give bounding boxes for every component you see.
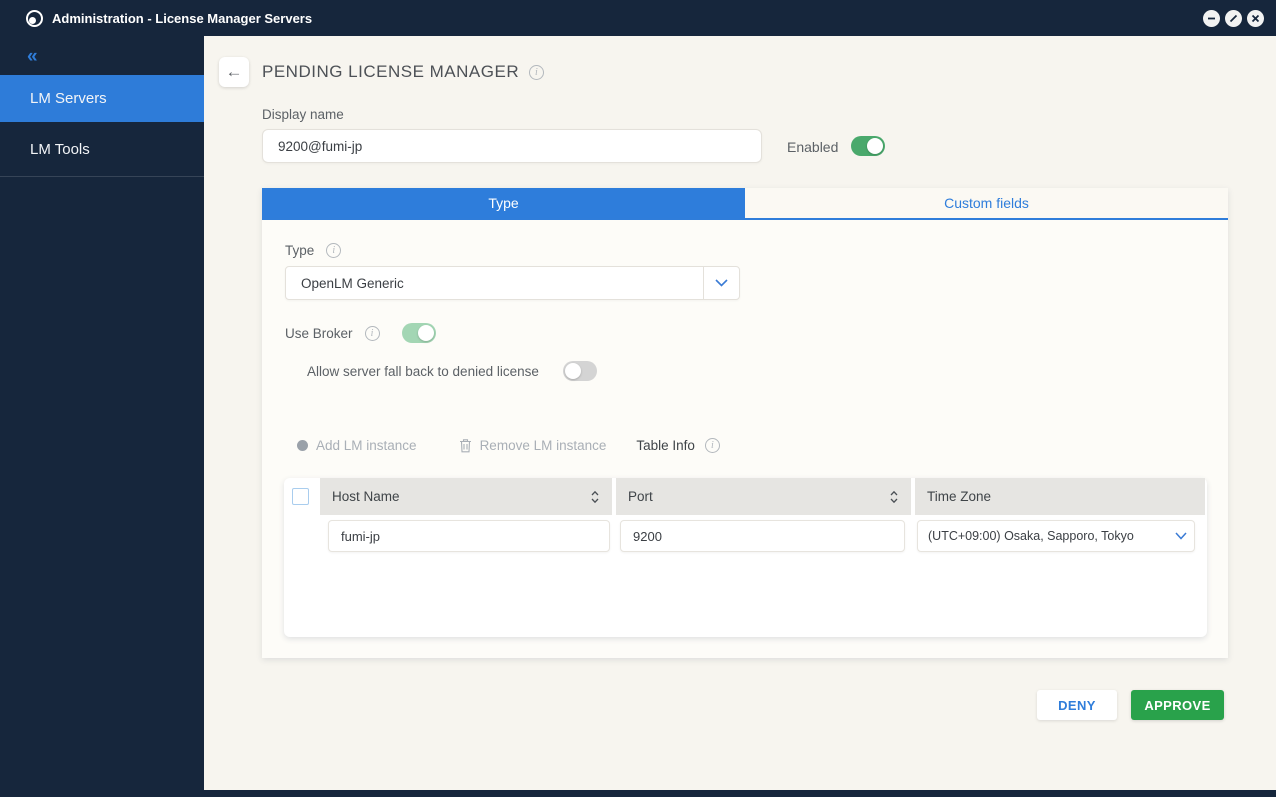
type-tab-panel: Type Custom fields Type i OpenLM Generic… — [262, 188, 1228, 658]
fallback-row: Allow server fall back to denied license — [307, 361, 597, 381]
tab-custom-fields[interactable]: Custom fields — [745, 188, 1228, 218]
column-label: Port — [628, 489, 653, 504]
window-titlebar: Administration - License Manager Servers — [0, 0, 1276, 36]
toggle-knob — [867, 138, 883, 154]
window-title: Administration - License Manager Servers — [52, 10, 313, 26]
sidebar-item-label: LM Servers — [30, 90, 107, 107]
add-lm-instance-label: Add LM instance — [316, 438, 417, 453]
use-broker-info-icon[interactable]: i — [364, 325, 380, 341]
use-broker-toggle[interactable] — [401, 323, 436, 343]
type-label: Type — [285, 243, 315, 258]
type-select-value: OpenLM Generic — [301, 275, 404, 291]
tab-bar: Type Custom fields — [262, 188, 1228, 220]
minimize-button[interactable] — [1203, 9, 1220, 27]
enabled-label: Enabled — [787, 139, 839, 155]
table-toolbar: Add LM instance Remove LM instance Table… — [297, 438, 720, 453]
type-info-icon[interactable]: i — [326, 243, 342, 258]
table-info-label: Table Info — [636, 438, 695, 453]
sidebar-item-lm-tools[interactable]: LM Tools — [0, 122, 204, 176]
tab-label: Custom fields — [944, 195, 1029, 211]
use-broker-row: Use Broker i — [285, 323, 436, 343]
toggle-knob — [417, 325, 434, 341]
add-lm-instance-button[interactable]: Add LM instance — [297, 438, 417, 453]
window-controls — [1203, 0, 1264, 36]
tab-type[interactable]: Type — [262, 188, 745, 218]
sidebar: « LM Servers LM Tools — [0, 36, 204, 790]
sort-icon — [591, 490, 599, 503]
column-header-time-zone[interactable]: Time Zone — [915, 478, 1205, 515]
lm-instances-table: Host Name Port Time Zone (UTC+09:00) Osa… — [284, 478, 1207, 637]
remove-lm-instance-label: Remove LM instance — [479, 438, 607, 453]
table-info-icon[interactable]: i — [704, 438, 720, 453]
fallback-label: Allow server fall back to denied license — [307, 363, 539, 379]
deny-button[interactable]: DENY — [1037, 690, 1117, 720]
sidebar-item-lm-servers[interactable]: LM Servers — [0, 75, 204, 122]
approve-button[interactable]: APPROVE — [1131, 690, 1224, 720]
sort-icon — [890, 490, 898, 503]
display-name-input[interactable] — [262, 129, 762, 163]
close-button[interactable] — [1247, 9, 1264, 27]
use-broker-label: Use Broker — [285, 325, 353, 341]
column-label: Host Name — [332, 489, 400, 504]
time-zone-value: (UTC+09:00) Osaka, Sapporo, Tokyo — [928, 529, 1134, 543]
chevron-down-icon — [1168, 532, 1194, 540]
remove-lm-instance-button[interactable]: Remove LM instance — [459, 438, 607, 453]
back-button[interactable]: ← — [219, 57, 249, 87]
tab-label: Type — [488, 195, 519, 211]
host-name-input[interactable] — [328, 520, 610, 552]
toggle-knob — [564, 363, 581, 379]
back-arrow-icon: ← — [225, 62, 243, 81]
sidebar-divider — [0, 176, 204, 177]
type-select[interactable]: OpenLM Generic — [285, 266, 740, 300]
sidebar-item-label: LM Tools — [30, 140, 90, 158]
app-logo-icon — [26, 9, 43, 27]
trash-icon — [459, 439, 471, 453]
maximize-button[interactable] — [1225, 9, 1242, 27]
column-header-port[interactable]: Port — [616, 478, 911, 515]
enabled-toggle[interactable] — [851, 136, 885, 156]
row-select-checkbox[interactable] — [292, 488, 309, 505]
table-info: Table Info i — [636, 438, 720, 453]
page-title-row: PENDING LICENSE MANAGER i — [262, 62, 545, 82]
time-zone-select[interactable]: (UTC+09:00) Osaka, Sapporo, Tokyo — [917, 520, 1195, 552]
column-label: Time Zone — [927, 489, 992, 504]
window-bottom-border — [0, 790, 1276, 797]
sidebar-collapse-icon[interactable]: « — [27, 46, 37, 68]
chevron-down-icon — [703, 267, 739, 299]
column-header-host-name[interactable]: Host Name — [320, 478, 612, 515]
fallback-toggle[interactable] — [562, 361, 597, 381]
display-name-label: Display name — [262, 107, 344, 122]
type-label-row: Type i — [285, 243, 342, 258]
port-input[interactable] — [620, 520, 905, 552]
add-icon — [297, 440, 308, 451]
page-title: PENDING LICENSE MANAGER — [262, 62, 520, 81]
page-title-info-icon[interactable]: i — [529, 64, 545, 80]
